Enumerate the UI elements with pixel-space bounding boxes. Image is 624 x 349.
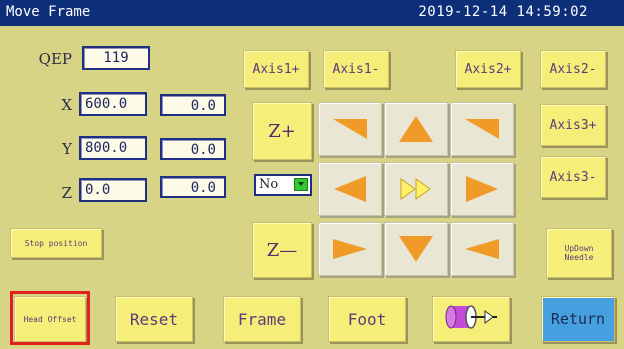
jog-up-right-button[interactable] <box>450 102 514 156</box>
arrow-down-icon <box>397 234 435 264</box>
jog-up-button[interactable] <box>384 102 448 156</box>
z-minus-button[interactable]: Z— <box>252 222 312 278</box>
x-value-field[interactable]: 600.0 <box>79 92 147 116</box>
stop-position-button[interactable]: Stop position <box>10 228 102 258</box>
foot-button[interactable]: Foot <box>328 296 406 342</box>
axis3-minus-button[interactable]: Axis3- <box>540 156 606 198</box>
thread-spool-button[interactable] <box>432 296 510 342</box>
title-bar: Move Frame 2019-12-14 14:59:02 <box>0 0 624 26</box>
x-label: X <box>61 96 72 114</box>
jog-up-left-button[interactable] <box>318 102 382 156</box>
axis2-plus-button[interactable]: Axis2+ <box>455 50 521 88</box>
arrow-up-left-icon <box>331 116 369 142</box>
axis3-plus-button[interactable]: Axis3+ <box>540 104 606 146</box>
reset-button[interactable]: Reset <box>115 296 193 342</box>
arrow-up-icon <box>397 114 435 144</box>
jog-left-button[interactable] <box>318 162 382 216</box>
axis1-plus-button[interactable]: Axis1+ <box>243 50 309 88</box>
speed-select[interactable]: No <box>254 174 312 196</box>
speed-select-value: No <box>259 177 279 192</box>
fast-forward-icon <box>399 177 433 201</box>
arrow-right-icon <box>464 174 500 204</box>
window-title: Move Frame <box>6 4 91 20</box>
arrow-down-left-icon <box>331 236 369 262</box>
jog-down-button[interactable] <box>384 222 448 276</box>
updown-needle-button[interactable]: UpDown Needle <box>546 228 612 278</box>
jog-down-left-button[interactable] <box>318 222 382 276</box>
y-value-field[interactable]: 800.0 <box>79 136 147 160</box>
qep-value-field[interactable]: 119 <box>82 46 150 70</box>
jog-right-button[interactable] <box>450 162 514 216</box>
frame-button[interactable]: Frame <box>223 296 301 342</box>
dropdown-arrow-icon[interactable] <box>294 178 308 191</box>
move-frame-screen: Move Frame 2019-12-14 14:59:02 QEP 119 X… <box>0 0 624 349</box>
head-offset-button[interactable]: Head Offset <box>14 296 86 342</box>
jog-down-right-button[interactable] <box>450 222 514 276</box>
jog-fast-button[interactable] <box>384 162 448 216</box>
z-value-field[interactable]: 0.0 <box>79 178 147 202</box>
arrow-down-right-icon <box>463 236 501 262</box>
y-offset-field[interactable]: 0.0 <box>160 138 226 160</box>
y-label: Y <box>62 140 72 158</box>
datetime-readout: 2019-12-14 14:59:02 <box>418 4 588 20</box>
arrow-left-icon <box>332 174 368 204</box>
z-label: Z <box>61 184 72 202</box>
return-button[interactable]: Return <box>541 296 615 342</box>
thread-spool-icon <box>441 300 501 338</box>
x-offset-field[interactable]: 0.0 <box>160 94 226 116</box>
axis1-minus-button[interactable]: Axis1- <box>323 50 389 88</box>
qep-label: QEP <box>38 50 72 68</box>
z-plus-button[interactable]: Z+ <box>252 102 312 160</box>
axis2-minus-button[interactable]: Axis2- <box>540 50 606 88</box>
z-offset-field[interactable]: 0.0 <box>160 176 226 198</box>
arrow-up-right-icon <box>463 116 501 142</box>
